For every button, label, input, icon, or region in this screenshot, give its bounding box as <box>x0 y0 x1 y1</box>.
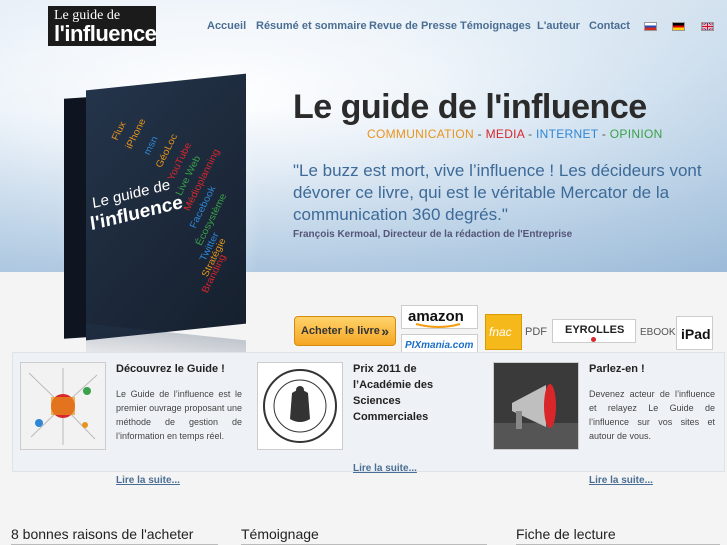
nav-revue-presse[interactable]: Revue de Presse <box>369 20 457 32</box>
feature-text: Devenez acteur de l’influence et relayez… <box>589 389 715 441</box>
book-cover[interactable]: Flux iPhone msn GéoLoc YouTube Live Web … <box>86 73 246 341</box>
amazon-smile-icon <box>415 323 461 328</box>
tagline-communication: COMMUNICATION <box>367 127 475 141</box>
eyrolles-logo: EYROLLES <box>565 324 625 336</box>
nav-resume[interactable]: Résumé et sommaire <box>256 20 367 32</box>
ipad-logo: iPad <box>681 326 711 342</box>
tagline: COMMUNICATION - MEDIA - INTERNET - OPINI… <box>367 127 663 141</box>
tagline-media: MEDIA <box>485 127 525 141</box>
ebook-label: EBOOK <box>640 327 676 338</box>
pixmania-logo: PIXmania.com <box>405 340 474 351</box>
fnac-logo: fnac <box>489 325 512 339</box>
section-heading-testimony[interactable]: Témoignage <box>241 526 319 542</box>
nav-auteur[interactable]: L'auteur <box>537 20 580 32</box>
book-word: Flux <box>110 120 129 143</box>
fnac-store-link[interactable]: fnac <box>485 314 522 350</box>
flag-en-icon[interactable] <box>701 22 714 31</box>
logo-line-2: l'influence <box>54 21 157 46</box>
nav-accueil[interactable]: Accueil <box>207 20 246 32</box>
eyrolles-store-link[interactable]: EYROLLES <box>552 319 636 343</box>
guide-thumbnail[interactable] <box>20 362 106 450</box>
tagline-sep: - <box>524 127 537 141</box>
buy-button-label: Acheter le livre <box>301 325 380 337</box>
eyrolles-dot-icon <box>591 337 596 342</box>
media-collage-icon <box>21 363 105 449</box>
double-arrow-icon: » <box>381 323 389 339</box>
site-logo[interactable]: Le guide de l'influence <box>48 6 157 46</box>
feature-text: Le Guide de l’influence est le premier o… <box>116 389 242 441</box>
read-more-link[interactable]: Lire la suite... <box>589 475 653 486</box>
section-heading-fiche[interactable]: Fiche de lecture <box>516 526 616 542</box>
hero-quote: "Le buzz est mort, vive l’influence ! Le… <box>293 161 702 224</box>
book-word: msn <box>142 134 161 157</box>
tagline-sep: - <box>474 127 486 141</box>
flag-de-icon[interactable] <box>672 22 685 31</box>
tagline-sep: - <box>598 127 610 141</box>
section-heading-reasons[interactable]: 8 bonnes raisons de l'acheter <box>11 526 193 542</box>
nav-temoignages[interactable]: Témoignages <box>460 20 531 32</box>
feature-title: Découvrez le Guide ! <box>116 363 225 375</box>
tagline-internet: INTERNET <box>536 127 599 141</box>
amazon-store-link[interactable]: amazon <box>401 305 478 329</box>
page-title: Le guide de l'influence <box>293 88 647 126</box>
pdf-label: PDF <box>525 326 547 338</box>
feature-title: Prix 2011 de l’Académie des Sciences Com… <box>353 363 434 423</box>
megaphone-icon <box>494 363 578 449</box>
quote-author: François Kermoal, Directeur de la rédact… <box>293 229 573 240</box>
flag-ru-icon[interactable] <box>644 22 657 31</box>
parlez-thumbnail[interactable] <box>493 362 579 450</box>
tagline-opinion: OPINION <box>609 127 663 141</box>
feature-title: Parlez-en ! <box>589 363 645 375</box>
academie-seal-icon <box>263 369 337 443</box>
academie-thumbnail[interactable] <box>257 362 343 450</box>
book-spine <box>64 97 86 339</box>
read-more-link[interactable]: Lire la suite... <box>116 475 180 486</box>
buy-book-button[interactable]: Acheter le livre » <box>294 316 396 346</box>
nav-contact[interactable]: Contact <box>589 20 630 32</box>
read-more-link[interactable]: Lire la suite... <box>353 463 417 474</box>
ipad-store-link[interactable]: iPad <box>676 316 713 350</box>
